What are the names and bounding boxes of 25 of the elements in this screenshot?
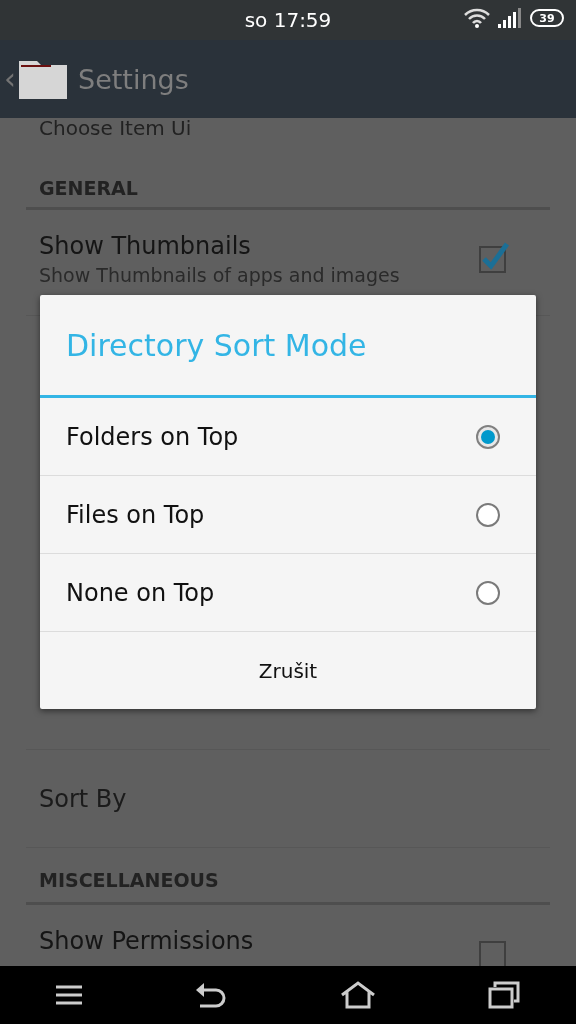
- home-icon[interactable]: [340, 981, 376, 1009]
- folder-icon: [18, 59, 68, 99]
- section-header: GENERAL: [26, 158, 550, 210]
- status-time: so 17:59: [244, 8, 332, 32]
- battery-indicator: 39: [530, 9, 564, 27]
- sort-option[interactable]: Folders on Top: [40, 398, 536, 476]
- sort-option[interactable]: Files on Top: [40, 476, 536, 554]
- sort-option[interactable]: None on Top: [40, 554, 536, 632]
- menu-icon[interactable]: [56, 984, 82, 1006]
- radio-button[interactable]: [476, 580, 500, 605]
- setting-item[interactable]: Choose Item Ui: [26, 118, 550, 158]
- back-arrow-icon[interactable]: [194, 981, 228, 1009]
- dialog-title: Directory Sort Mode: [40, 295, 536, 398]
- screen-title: Settings: [78, 63, 189, 95]
- radio-button[interactable]: [476, 424, 500, 449]
- setting-title[interactable]: Show Permissions: [39, 927, 478, 955]
- signal-icon: [498, 8, 522, 28]
- back-icon[interactable]: ‹: [4, 64, 16, 94]
- cancel-button[interactable]: Zrušit: [40, 632, 536, 709]
- section-header: MISCELLANEOUS: [26, 848, 550, 905]
- radio-button[interactable]: [476, 502, 500, 527]
- recent-apps-icon[interactable]: [488, 981, 520, 1009]
- setting-item[interactable]: Sort By: [26, 750, 550, 848]
- wifi-icon: [464, 8, 490, 28]
- setting-title[interactable]: Show Thumbnails: [39, 232, 478, 260]
